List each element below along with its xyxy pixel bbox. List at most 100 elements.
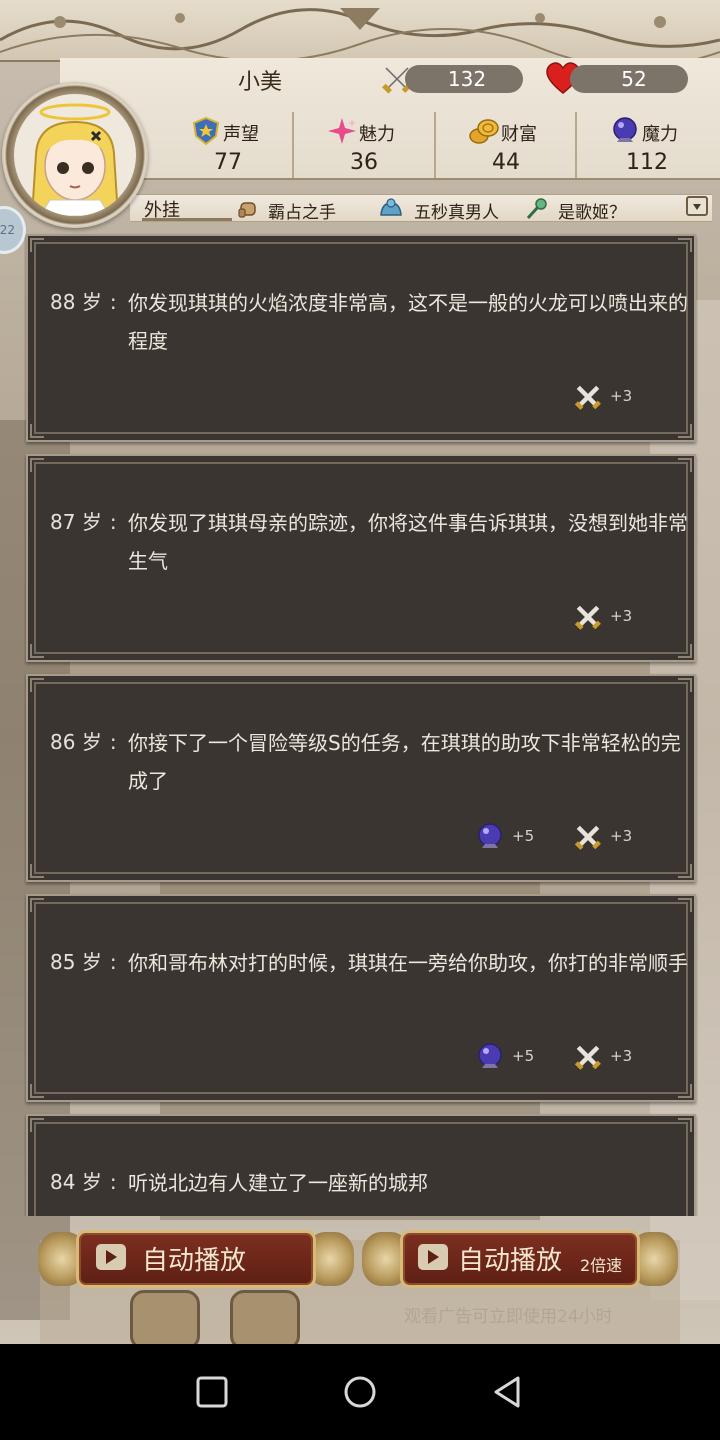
card-corner	[30, 1118, 44, 1132]
reward-value: +3	[610, 607, 633, 625]
card-corner	[678, 238, 692, 252]
age-number: 86	[50, 730, 76, 754]
card-corner	[30, 678, 44, 692]
event-card: 87 岁: 你发现了琪琪母亲的踪迹，你将这件事告诉琪琪，没想到她非常生气 +3	[26, 454, 696, 662]
event-log[interactable]: 88 岁: 你发现琪琪的火焰浓度非常高，这不是一般的火龙可以喷出来的程度 +3 …	[24, 232, 698, 1216]
sword-icon	[574, 385, 601, 410]
home-icon[interactable]	[342, 1374, 378, 1410]
card-corner	[678, 644, 692, 658]
cheat-item[interactable]: 是歌姬？	[558, 198, 626, 223]
stat-value: 44	[492, 150, 520, 175]
divider	[142, 218, 232, 221]
age-number: 85	[50, 950, 76, 974]
magic-orb-icon	[478, 1043, 502, 1068]
event-age: 86 岁:	[50, 726, 117, 755]
event-text: 听说北边有人建立了一座新的城邦	[128, 1171, 428, 1195]
magic-orb-icon	[478, 823, 502, 848]
speed-label: 2倍速	[580, 1256, 623, 1275]
reward-value: +3	[610, 827, 633, 845]
age-number: 88	[50, 290, 76, 314]
stat-label: 魔力	[642, 124, 678, 145]
event-card: 88 岁: 你发现琪琪的火焰浓度非常高，这不是一般的火龙可以喷出来的程度 +3	[26, 234, 696, 442]
recent-apps-icon[interactable]	[194, 1374, 230, 1410]
card-corner	[30, 898, 44, 912]
age-unit: 岁	[81, 290, 102, 314]
microphone-icon	[526, 198, 547, 220]
card-corner	[678, 1084, 692, 1098]
health-value: 52	[570, 65, 688, 93]
card-corner	[30, 1084, 44, 1098]
card-corner	[678, 898, 692, 912]
reward-value: +5	[512, 827, 535, 845]
ornamental-banner	[0, 0, 720, 62]
card-corner	[30, 644, 44, 658]
play-video-icon	[418, 1244, 448, 1270]
card-corner	[678, 864, 692, 878]
player-name: 小美	[237, 70, 282, 95]
event-card: 86 岁: 你接下了一个冒险等级S的任务，在琪琪的助攻下非常轻松的完成了 +5 …	[26, 674, 696, 882]
age-separator: :	[109, 290, 117, 314]
age-separator: :	[109, 730, 117, 754]
event-age: 85 岁:	[50, 946, 117, 975]
stat-magic: 魔力 112	[577, 110, 717, 182]
stat-reputation: 声望 77	[158, 110, 298, 182]
scene-barrel	[130, 1290, 200, 1344]
card-corner	[30, 864, 44, 878]
card-corner	[678, 458, 692, 472]
reward-value: +5	[512, 1047, 535, 1065]
event-card: 85 岁: 你和哥布林对打的时候，琪琪在一旁给你助攻，你打的非常顺手 +5 +3	[26, 894, 696, 1102]
sword-icon	[574, 825, 601, 850]
event-age: 84 岁:	[50, 1166, 117, 1195]
sword-icon	[574, 605, 601, 630]
chevron-down-icon[interactable]	[686, 196, 708, 216]
event-text: 你发现琪琪的火焰浓度非常高，这不是一般的火龙可以喷出来的程度	[128, 291, 688, 353]
event-age: 87 岁:	[50, 506, 117, 535]
auto-play-button[interactable]: 自动播放	[38, 1224, 354, 1294]
age-unit: 岁	[81, 730, 102, 754]
card-corner	[678, 424, 692, 438]
event-text: 你接下了一个冒险等级S的任务，在琪琪的助攻下非常轻松的完成了	[128, 731, 681, 793]
back-icon[interactable]	[490, 1374, 526, 1410]
stat-wealth: 财富 44	[436, 110, 576, 182]
age-number: 84	[50, 1170, 76, 1194]
play-video-icon	[96, 1244, 126, 1270]
button-label: 自动播放	[142, 1246, 247, 1276]
stat-label: 魅力	[359, 124, 395, 145]
attack-value: 132	[405, 65, 523, 93]
age-unit: 岁	[81, 950, 102, 974]
card-corner	[678, 1118, 692, 1132]
age-unit: 岁	[81, 1170, 102, 1194]
age-separator: :	[109, 1170, 117, 1194]
cheat-item[interactable]: 五秒真男人	[414, 198, 499, 223]
event-text: 你和哥布林对打的时候，琪琪在一旁给你助攻，你打的非常顺手	[128, 951, 688, 975]
stat-label: 财富	[501, 124, 537, 145]
avatar[interactable]	[14, 94, 136, 216]
event-age: 88 岁:	[50, 286, 117, 315]
fist-icon	[238, 202, 256, 218]
stat-value: 112	[626, 150, 668, 175]
navigation-bar	[0, 1344, 720, 1440]
muscle-icon	[380, 198, 402, 216]
button-label: 自动播放	[458, 1246, 563, 1276]
age-unit: 岁	[81, 510, 102, 534]
reward-value: +3	[610, 387, 633, 405]
card-corner	[30, 424, 44, 438]
age-separator: :	[109, 950, 117, 974]
age-separator: :	[109, 510, 117, 534]
angel-girl-portrait	[30, 103, 120, 216]
cheat-item[interactable]: 霸占之手	[268, 198, 336, 223]
ad-note: 观看广告可立即使用24小时	[404, 1307, 613, 1327]
card-corner	[30, 238, 44, 252]
card-corner	[30, 458, 44, 472]
event-card: 84 岁: 听说北边有人建立了一座新的城邦	[26, 1114, 696, 1216]
reward-value: +3	[610, 1047, 633, 1065]
stat-charm: 魅力 36	[294, 110, 434, 182]
stat-value: 36	[350, 150, 378, 175]
sword-icon	[574, 1045, 601, 1070]
event-text: 你发现了琪琪母亲的踪迹，你将这件事告诉琪琪，没想到她非常生气	[128, 511, 688, 573]
age-number: 87	[50, 510, 76, 534]
auto-play-2x-button[interactable]: 自动播放 2倍速	[362, 1224, 678, 1294]
scene-barrel	[230, 1290, 300, 1344]
card-corner	[678, 678, 692, 692]
stat-label: 声望	[223, 124, 259, 145]
